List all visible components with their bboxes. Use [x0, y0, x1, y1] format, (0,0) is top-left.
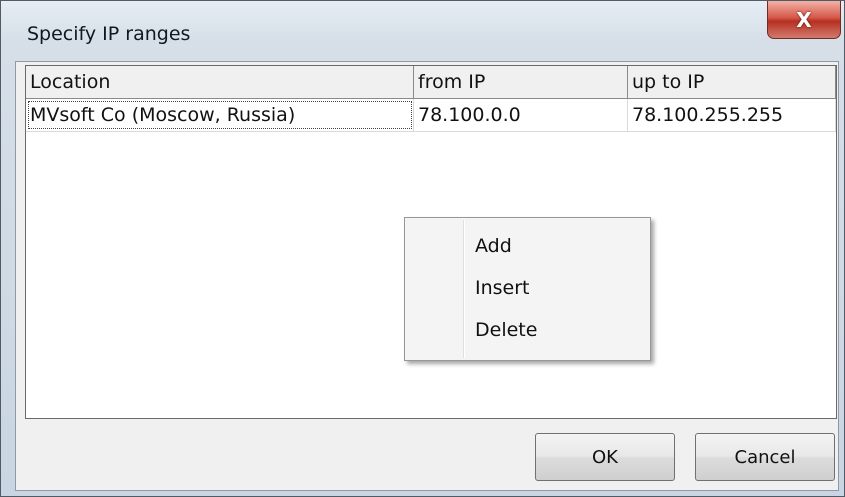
- cancel-button[interactable]: Cancel: [695, 433, 835, 481]
- close-icon: X: [796, 7, 812, 32]
- column-header-location[interactable]: Location: [26, 66, 414, 98]
- dialog-window: Specify IP ranges X Location from IP up …: [0, 0, 845, 497]
- table-row[interactable]: MVsoft Co (Moscow, Russia) 78.100.0.0 78…: [26, 99, 836, 132]
- column-header-up-to-ip[interactable]: up to IP: [628, 66, 836, 98]
- close-button[interactable]: X: [767, 1, 841, 39]
- cell-up-to-ip[interactable]: 78.100.255.255: [628, 99, 836, 131]
- cell-location[interactable]: MVsoft Co (Moscow, Russia): [26, 99, 414, 131]
- menu-item-add[interactable]: Add: [407, 226, 648, 266]
- menu-item-insert[interactable]: Insert: [407, 268, 648, 308]
- dialog-footer: OK Cancel: [16, 419, 838, 490]
- cell-from-ip[interactable]: 78.100.0.0: [414, 99, 628, 131]
- column-header-from-ip[interactable]: from IP: [414, 66, 628, 98]
- table-header: Location from IP up to IP: [26, 66, 836, 99]
- context-menu: Add Insert Delete: [404, 217, 651, 361]
- ok-button[interactable]: OK: [535, 433, 675, 481]
- menu-item-delete[interactable]: Delete: [407, 310, 648, 350]
- window-title: Specify IP ranges: [27, 23, 191, 45]
